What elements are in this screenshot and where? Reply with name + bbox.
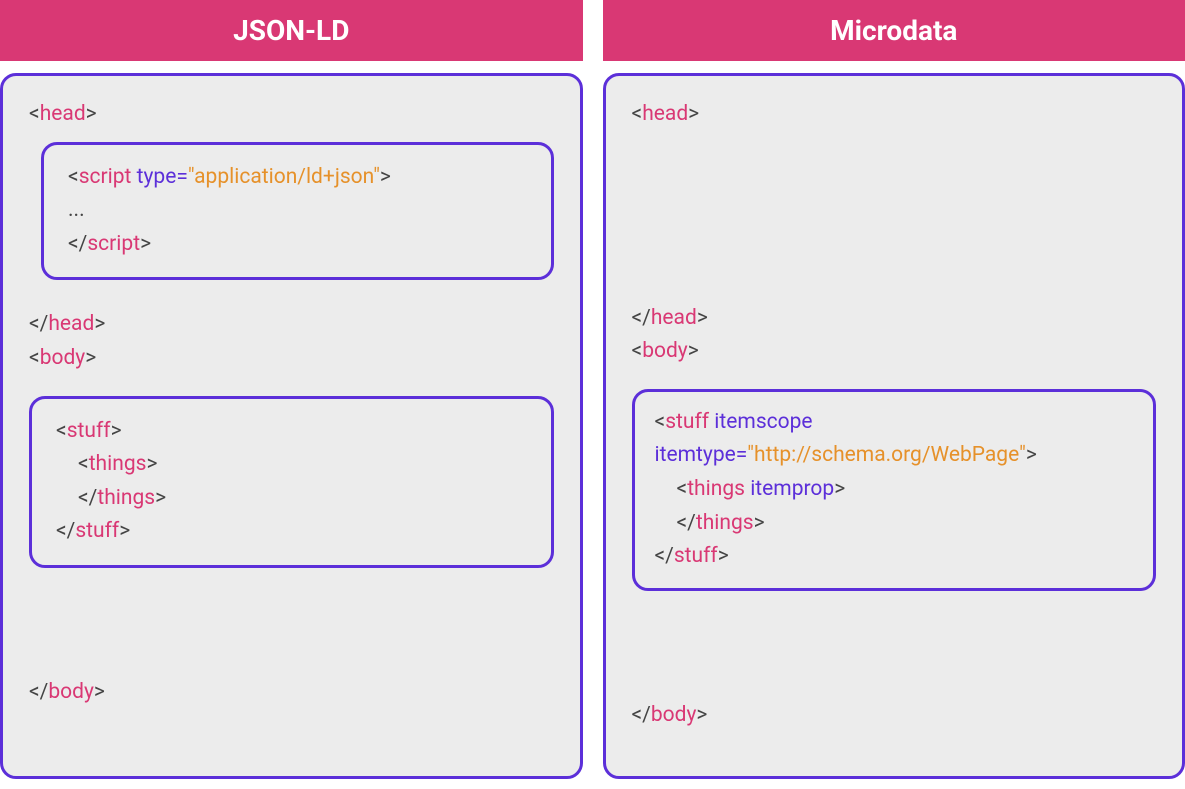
bracket-close: > — [834, 477, 845, 501]
bracket-open: < — [655, 410, 666, 434]
script-open-line: <script type="application/ld+json"> — [68, 161, 527, 195]
bracket-open: < — [56, 419, 67, 443]
bracket-close: > — [688, 102, 699, 126]
bracket-close: > — [688, 339, 699, 363]
microdata-header: Microdata — [603, 0, 1185, 61]
stuff-open-line: <stuff> — [56, 415, 527, 449]
type-value: "application/ld+json" — [188, 165, 380, 189]
microdata-column: Microdata <head> </head> <body> <stuff i… — [603, 0, 1185, 779]
microdata-panel: <head> </head> <body> <stuff itemscope i… — [603, 73, 1185, 779]
bracket-open: < — [78, 452, 89, 476]
bracket-open: </ — [655, 544, 674, 568]
things-tag: things — [89, 452, 147, 476]
bracket-open: </ — [29, 312, 48, 336]
bracket-open: < — [632, 339, 643, 363]
body-tag: body — [651, 703, 697, 727]
body-tag: body — [40, 346, 86, 370]
bracket-open: </ — [677, 511, 696, 535]
itemprop-attr: itemprop — [750, 477, 834, 501]
stuff-box: <stuff> <things> </things> </stuff> — [29, 396, 554, 568]
itemscope-attr: itemscope — [714, 410, 812, 434]
bracket-open: </ — [56, 519, 75, 543]
head-open-line: <head> — [632, 98, 1157, 132]
bracket-open: </ — [78, 486, 97, 510]
bracket-open: < — [677, 477, 688, 501]
itemtype-attr: itemtype= — [655, 443, 748, 467]
stuff-open-l2: itemtype="http://schema.org/WebPage"> — [655, 439, 1134, 473]
body-close-line: </body> — [632, 699, 1157, 733]
stuff-open-l1: <stuff itemscope — [655, 406, 1134, 440]
things-close-line: </things> — [56, 482, 527, 516]
bracket-close: > — [696, 703, 707, 727]
script-tag: script — [87, 232, 140, 256]
script-box: <script type="application/ld+json"> ... … — [41, 142, 554, 281]
bracket-close: > — [94, 680, 105, 704]
bracket-close: > — [94, 312, 105, 336]
head-tag: head — [651, 306, 697, 330]
bracket-close: > — [1026, 443, 1037, 467]
bracket-close: > — [85, 346, 96, 370]
things-tag: things — [687, 477, 745, 501]
script-close-line: </script> — [68, 228, 527, 262]
head-close-line: </head> — [632, 302, 1157, 336]
ellipsis: ... — [68, 194, 527, 228]
bracket-close: > — [380, 165, 391, 189]
things-tag: things — [97, 486, 155, 510]
jsonld-panel: <head> <script type="application/ld+json… — [0, 73, 583, 779]
bracket-close: > — [697, 306, 708, 330]
body-open-line: <body> — [632, 335, 1157, 369]
bracket-close: > — [754, 511, 765, 535]
bracket-open: < — [68, 165, 79, 189]
bracket-close: > — [86, 102, 97, 126]
bracket-open: </ — [68, 232, 87, 256]
body-tag: body — [642, 339, 688, 363]
itemtype-value: "http://schema.org/WebPage" — [747, 443, 1026, 467]
head-close-line: </head> — [29, 308, 554, 342]
head-tag: head — [48, 312, 94, 336]
stuff-close-line: </stuff> — [56, 515, 527, 549]
type-attr: type= — [137, 165, 188, 189]
bracket-open: < — [29, 346, 40, 370]
head-tag: head — [642, 102, 688, 126]
bracket-close: > — [119, 519, 130, 543]
body-open-line: <body> — [29, 342, 554, 376]
head-tag: head — [40, 102, 86, 126]
bracket-close: > — [718, 544, 729, 568]
jsonld-column: JSON-LD <head> <script type="application… — [0, 0, 583, 779]
bracket-open: </ — [632, 703, 651, 727]
bracket-close: > — [155, 486, 166, 510]
head-open-line: <head> — [29, 98, 554, 132]
stuff-tag: stuff — [75, 519, 119, 543]
stuff-tag: stuff — [674, 544, 718, 568]
bracket-open: < — [29, 102, 40, 126]
things-tag: things — [696, 511, 754, 535]
stuff-tag: stuff — [665, 410, 709, 434]
jsonld-header: JSON-LD — [0, 0, 583, 61]
bracket-open: < — [632, 102, 643, 126]
things-open-line: <things itemprop> — [655, 473, 1134, 507]
bracket-open: </ — [632, 306, 651, 330]
script-tag: script — [79, 165, 132, 189]
things-open-line: <things> — [56, 448, 527, 482]
bracket-close: > — [146, 452, 157, 476]
diagram-container: JSON-LD <head> <script type="application… — [0, 0, 1185, 779]
stuff-tag: stuff — [67, 419, 111, 443]
body-close-line: </body> — [29, 676, 554, 710]
bracket-open: </ — [29, 680, 48, 704]
bracket-close: > — [111, 419, 122, 443]
things-close-line: </things> — [655, 507, 1134, 541]
stuff-close-line: </stuff> — [655, 540, 1134, 574]
body-tag: body — [48, 680, 94, 704]
bracket-close: > — [140, 232, 151, 256]
stuff-box: <stuff itemscope itemtype="http://schema… — [632, 389, 1157, 591]
